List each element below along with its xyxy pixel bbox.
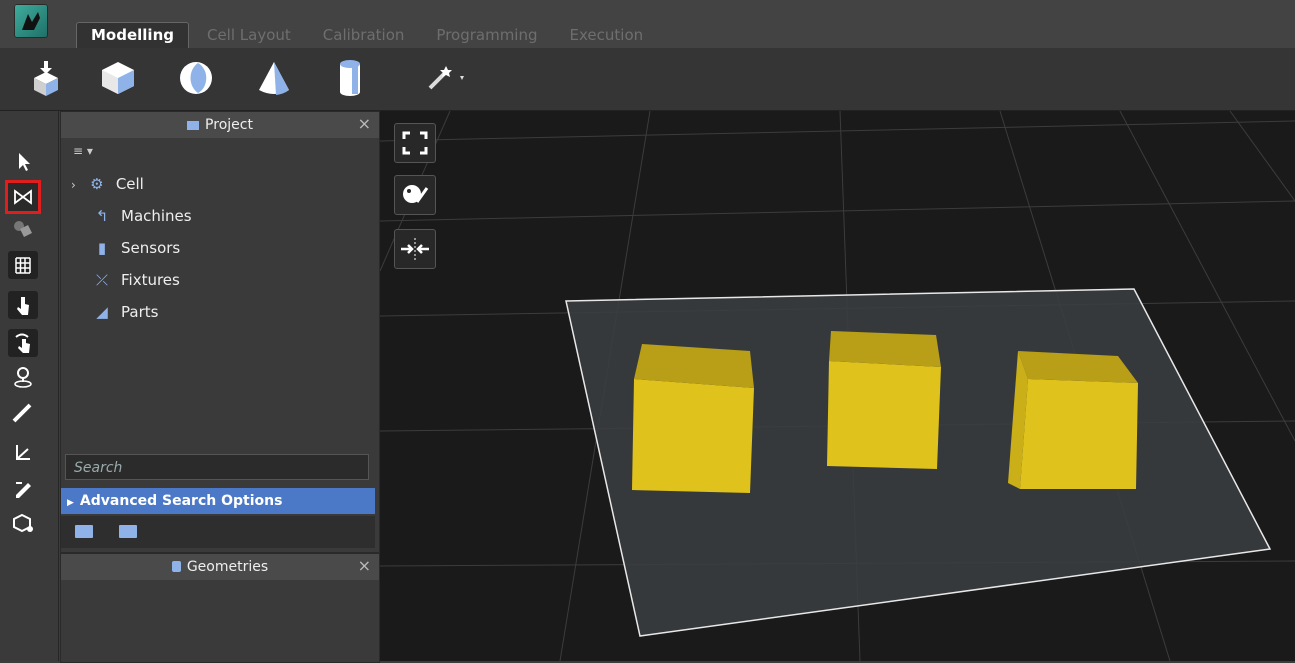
- tab-bar: Modelling Cell Layout Calibration Progra…: [0, 0, 1295, 48]
- sensor-icon: ▮: [97, 239, 107, 257]
- geometries-panel: Geometries ×: [60, 553, 380, 663]
- expand-arrow-icon: ▶: [67, 498, 74, 508]
- cube-icon[interactable]: [98, 58, 138, 98]
- expand-arrow-icon[interactable]: ›: [71, 178, 76, 192]
- move-hand-icon[interactable]: [8, 291, 38, 319]
- ruler-icon[interactable]: [8, 399, 38, 427]
- yellow-box-3[interactable]: [1008, 351, 1138, 489]
- grid-icon[interactable]: [8, 251, 38, 279]
- fixture-icon: ⤫: [95, 271, 108, 289]
- tree-item-cell[interactable]: › ⚙ Cell: [71, 172, 144, 196]
- tab-execution[interactable]: Execution: [556, 23, 658, 48]
- fullscreen-icon[interactable]: [394, 123, 436, 163]
- cube-settings-icon[interactable]: [8, 509, 38, 537]
- yellow-box-2[interactable]: [827, 331, 941, 469]
- database-icon: [171, 561, 181, 572]
- import-geometry-icon[interactable]: [26, 58, 66, 98]
- close-icon[interactable]: ×: [358, 112, 371, 136]
- cylinder-icon[interactable]: [330, 58, 370, 98]
- project-panel-title: Project: [205, 117, 253, 133]
- tree-item-parts[interactable]: ◢ Parts: [91, 300, 158, 324]
- app-logo[interactable]: [14, 4, 48, 38]
- yellow-box-1[interactable]: [632, 344, 754, 493]
- paint-bucket-icon[interactable]: [8, 215, 38, 243]
- search-input[interactable]: Search: [65, 454, 369, 480]
- frame-select-icon[interactable]: [5, 180, 41, 214]
- tab-modelling[interactable]: Modelling: [76, 22, 189, 48]
- tabs: Modelling Cell Layout Calibration Progra…: [76, 22, 661, 48]
- project-panel: Project × ≡ ▾ › ⚙ Cell ↰ Machines ▮ Sensors …: [60, 111, 380, 553]
- tree-item-fixtures[interactable]: ⤫ Fixtures: [91, 268, 180, 292]
- part-icon: ◢: [96, 303, 108, 321]
- close-icon[interactable]: ×: [358, 554, 371, 578]
- folder-open-icon[interactable]: [75, 525, 93, 538]
- tab-calibration[interactable]: Calibration: [309, 23, 419, 48]
- magic-wand-icon[interactable]: [424, 58, 468, 98]
- cone-icon[interactable]: [254, 58, 294, 98]
- folder-icon: [187, 121, 200, 130]
- advanced-search-toggle[interactable]: ▶ Advanced Search Options: [61, 488, 375, 514]
- main-toolbar: [0, 48, 1295, 111]
- axis-icon[interactable]: [8, 439, 38, 467]
- left-toolbar: [0, 111, 59, 661]
- tab-programming[interactable]: Programming: [422, 23, 551, 48]
- sphere-icon[interactable]: [176, 58, 216, 98]
- fit-view-icon[interactable]: [394, 229, 436, 269]
- folder-icon[interactable]: [119, 525, 137, 538]
- edit-icon[interactable]: [8, 475, 38, 503]
- cell-icon: ⚙: [90, 175, 104, 193]
- 3d-viewport[interactable]: [380, 111, 1295, 661]
- geometries-panel-header: Geometries ×: [61, 554, 379, 580]
- tree-item-machines[interactable]: ↰ Machines: [91, 204, 192, 228]
- scene-canvas[interactable]: [380, 111, 1295, 661]
- project-panel-header: Project ×: [61, 112, 379, 138]
- appearance-icon[interactable]: [394, 175, 436, 215]
- robot-arm-icon: ↰: [95, 207, 109, 225]
- location-pin-icon[interactable]: [8, 363, 38, 391]
- panel-menu-icon[interactable]: ≡ ▾: [73, 144, 93, 158]
- select-arrow-icon[interactable]: [8, 147, 38, 175]
- tab-cell-layout[interactable]: Cell Layout: [193, 23, 305, 48]
- rotate-hand-icon[interactable]: [8, 329, 38, 357]
- geometries-panel-title: Geometries: [186, 559, 269, 575]
- tree-item-sensors[interactable]: ▮ Sensors: [91, 236, 180, 260]
- panel-bottom-bar: [61, 516, 375, 548]
